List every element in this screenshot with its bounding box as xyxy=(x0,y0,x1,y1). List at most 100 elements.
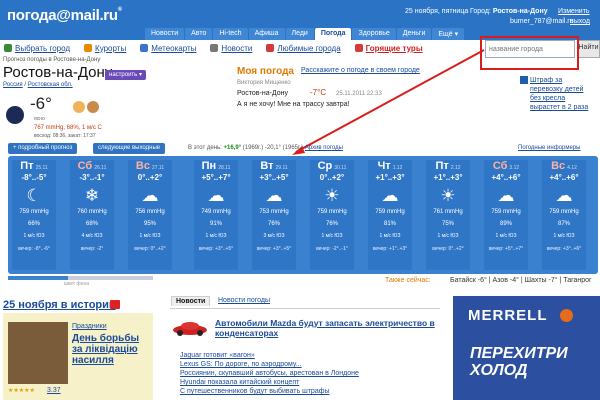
rating-stars-icon[interactable]: ★★★★★ xyxy=(8,387,35,394)
user-email[interactable]: bumer_787@mail.ru xyxy=(510,18,574,25)
detailed-forecast-button[interactable]: + подробный прогноз xyxy=(8,143,78,154)
subnav-item-4[interactable]: Любимые города xyxy=(266,44,341,53)
day-pressure: 759 mmHg xyxy=(549,209,579,215)
tab-2[interactable]: Hi-tech xyxy=(213,28,248,40)
map-icon xyxy=(140,44,149,52)
forecast-day[interactable]: Пт 2.12 +1°..+3° ☀ 761 mmHg 75% 1 м/с ЮЗ вечер:… xyxy=(426,160,470,270)
tab-1[interactable]: Авто xyxy=(185,28,213,40)
day-name: Пн xyxy=(201,160,217,172)
car-image[interactable] xyxy=(172,318,208,336)
banner-link[interactable]: Штраф за перевозку детей без кресла выра… xyxy=(530,76,592,111)
tab-0[interactable]: Новости xyxy=(145,28,185,40)
tab-6[interactable]: Здоровье xyxy=(352,28,396,40)
ad-logo-icon xyxy=(560,309,573,322)
subnav-label: Новости xyxy=(221,43,253,53)
history-category[interactable]: Праздники xyxy=(72,323,107,330)
subnav-item-3[interactable]: Новости xyxy=(210,44,252,53)
current-temperature: -6° xyxy=(30,94,52,113)
history-title[interactable]: 25 ноября в истории xyxy=(3,299,116,311)
history-rating[interactable]: 3.37 xyxy=(47,387,61,394)
ad-slogan: ПЕРЕХИТРИ ХОЛОД xyxy=(470,345,568,379)
header-bar: погода@mail.ru® 25 ноября, пятница Город… xyxy=(0,0,600,40)
subnav-item-0[interactable]: Выбрать город xyxy=(4,44,70,53)
day-temp: +4°..+6° xyxy=(491,173,521,182)
day-date: 27.11 xyxy=(151,165,165,171)
news-icon xyxy=(210,44,219,52)
weather-icon: ❄ xyxy=(84,186,100,205)
forecast-day[interactable]: Ср 30.11 0°..+2° ☀ 759 mmHg 76% 1 м/с ЮЗ вечер:… xyxy=(310,160,354,270)
site-logo[interactable]: погода@mail.ru® xyxy=(7,7,122,24)
day-date: 4.12 xyxy=(567,165,577,171)
forecast-day[interactable]: Вс 27.11 0°..+2° ☁ 756 mmHg 95% 1 м/с ЮЗ вечер:… xyxy=(128,160,172,270)
history-photo[interactable] xyxy=(8,322,68,384)
sunrise-sunset: восход: 08:36, закат: 17:37 xyxy=(34,133,96,139)
news-item[interactable]: Hyundai показала китайский концепт xyxy=(180,379,299,386)
tab-weather-news[interactable]: Новости погоды xyxy=(218,297,270,304)
day-date: 3.12 xyxy=(509,165,520,171)
scale-label: шкет фона xyxy=(64,281,89,287)
forecast-day[interactable]: Сб 26.11 -3°..-1° ❄ 760 mmHg 68% 4 м/с ЮЗ вечер… xyxy=(70,160,114,270)
region-link-oblast[interactable]: Ростовская обл. xyxy=(28,82,73,88)
day-temp: 0°..+2° xyxy=(319,173,345,182)
forecast-day[interactable]: Чт 1.12 +1°..+3° ☁ 759 mmHg 81% 1 м/с ЮЗ вечер:… xyxy=(368,160,412,270)
forecast-day[interactable]: Пт 25.11 -8°..-5° ☾ 759 mmHg 66% 1 м/с ЮЗ вечер… xyxy=(12,160,56,270)
subnav-item-5[interactable]: Горящие туры xyxy=(354,43,423,53)
forecast-day[interactable]: Вс 4.12 +4°..+6° ☁ 759 mmHg 87% 1 м/с ЮЗ вечер:… xyxy=(542,160,586,270)
top-tabs: Новости Авто Hi-tech Афиша Леди Погода Здоровь… xyxy=(145,28,465,40)
day-date: 28.11 xyxy=(218,165,231,171)
tab-8[interactable]: Ещё ▾ xyxy=(432,28,465,40)
search-button[interactable]: Найти xyxy=(577,40,600,58)
header-city: Город: Ростов-на-Дону xyxy=(470,8,548,15)
tab-4[interactable]: Леди xyxy=(285,28,314,40)
tab-news[interactable]: Новости xyxy=(171,296,211,306)
subnav-item-2[interactable]: Метеокарты xyxy=(140,44,196,53)
my-weather-temp: -7°С xyxy=(310,88,327,97)
header-date: 25 ноября, пятница xyxy=(405,8,469,15)
day-temp: +4°..+6° xyxy=(549,173,579,182)
next-weekend-button[interactable]: следующие выходные xyxy=(93,143,166,154)
settings-button[interactable]: настроить ▾ xyxy=(105,70,146,80)
day-temp: -3°..-1° xyxy=(79,173,105,182)
forecast-day[interactable]: Вт 29.11 +3°..+5° ☁ 753 mmHg 76% 3 м/с ЮЗ вечер… xyxy=(252,160,296,270)
day-name: Вс xyxy=(135,160,150,172)
day-pressure: 760 mmHg xyxy=(77,209,107,215)
history-headline[interactable]: День борьбы за ліквідацію насилля xyxy=(72,333,150,366)
day-pressure: 759 mmHg xyxy=(375,209,405,215)
weather-sticker-icons[interactable] xyxy=(72,100,100,114)
day-date: 1.12 xyxy=(392,165,403,171)
banner-thumb[interactable] xyxy=(520,76,528,84)
logout-link[interactable]: выход xyxy=(570,18,590,25)
informers-link[interactable]: Погодные информеры xyxy=(518,145,580,151)
news-item[interactable]: Lexus GS: По дороге, по аэродрому... xyxy=(180,361,302,368)
change-city-link[interactable]: Изменить xyxy=(558,8,590,15)
day-evening: вечер: 0°..+2° xyxy=(134,246,166,252)
day-date: 26.11 xyxy=(94,165,107,171)
subnav-item-1[interactable]: Курорты xyxy=(84,44,126,53)
weather-icon: ☁ xyxy=(381,186,399,205)
archive-link[interactable]: Архив погоды xyxy=(305,145,343,151)
my-weather-time: 25.11.2011 22:33 xyxy=(336,91,382,97)
tab-5[interactable]: Погода xyxy=(314,28,352,40)
tab-7[interactable]: Деньги xyxy=(396,28,432,40)
forecast-day[interactable]: Сб 3.12 +4°..+6° ☁ 759 mmHg 89% 1 м/с ЮЗ вечер:… xyxy=(484,160,528,270)
day-temp: 0°..+2° xyxy=(137,173,163,182)
moon-icon xyxy=(6,106,24,124)
tab-3[interactable]: Афиша xyxy=(248,28,285,40)
forecast-day[interactable]: Пн 28.11 +5°..+7° ☁ 749 mmHg 91% 1 м/с ЮЗ вечер… xyxy=(194,160,238,270)
my-weather-user[interactable]: Виктория Мищенко xyxy=(237,80,291,86)
news-headline[interactable]: Автомобили Mazda будут запасать электрич… xyxy=(215,318,435,338)
day-humidity: 75% xyxy=(441,221,454,227)
also-now-list[interactable]: Батайск -6° | Азов -4° | Шахты -7° | Таг… xyxy=(450,277,592,284)
day-wind: 1 м/с ЮЗ xyxy=(553,233,575,239)
region-link-country[interactable]: Россия xyxy=(3,82,23,88)
tell-weather-link[interactable]: Расскажите о погоде в своем городе xyxy=(301,67,420,74)
news-item[interactable]: Jaguar готовит «вагон» xyxy=(180,352,255,359)
news-item[interactable]: Россиянин, скупавший автобусы, арестован… xyxy=(180,370,359,377)
subnav-label: Горящие туры xyxy=(365,43,423,53)
calendar-icon[interactable] xyxy=(110,300,120,309)
day-temp: +5°..+7° xyxy=(201,173,231,182)
day-name: Чт xyxy=(377,160,391,172)
weather-icon: ☁ xyxy=(265,186,283,205)
day-evening: вечер: -2°..-1° xyxy=(316,246,348,252)
news-item[interactable]: С путешественников будут выбивать штрафы xyxy=(180,388,330,395)
